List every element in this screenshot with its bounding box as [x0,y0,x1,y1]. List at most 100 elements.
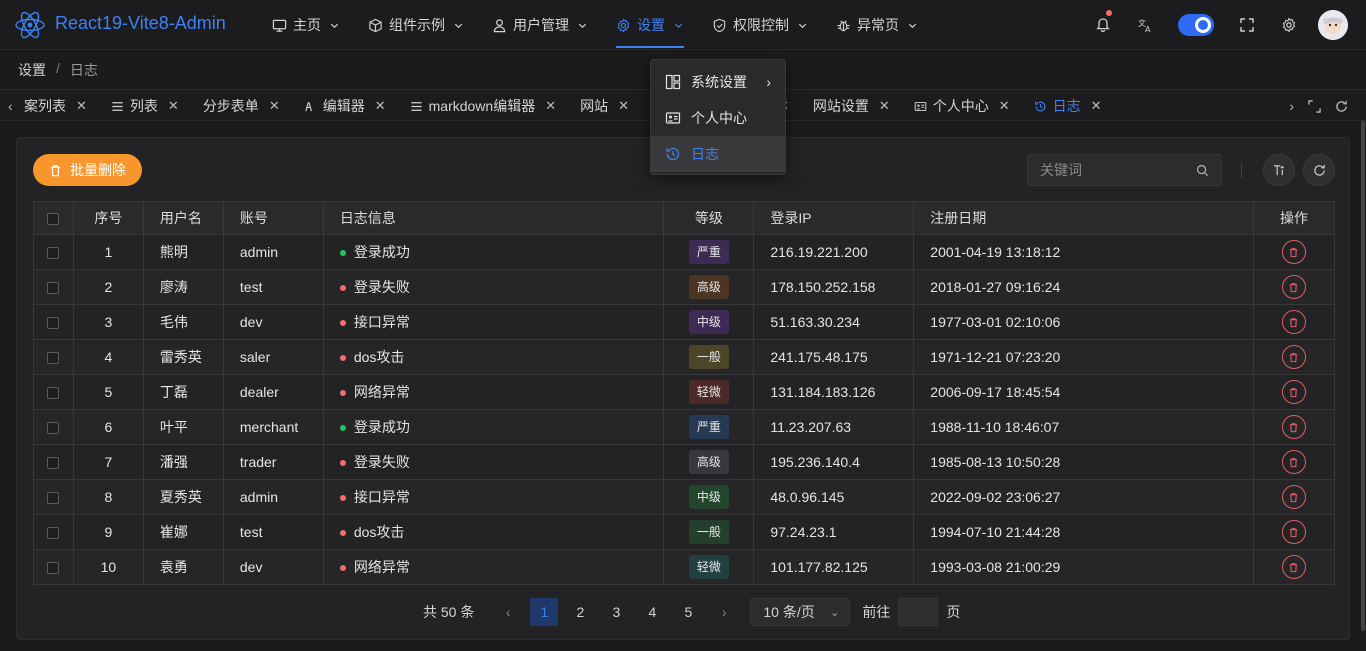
table-row[interactable]: 5 丁磊 dealer 网络异常 轻微 131.184.183.126 2006-09-17… [33,374,1336,410]
tab-9[interactable]: 网站设置 ✕ [803,90,904,120]
column-header[interactable]: 账号 [222,201,324,235]
dark-mode-toggle[interactable] [1178,14,1214,36]
tab-5[interactable]: markdown编辑器 ✕ [400,90,571,120]
column-header[interactable]: 注册日期 [913,201,1254,235]
delete-row-button[interactable] [1281,450,1306,474]
row-checkbox[interactable] [47,422,60,435]
column-density-button[interactable] [1263,154,1295,186]
dropdown-item-2[interactable]: 个人中心 [651,100,785,136]
translate-icon[interactable]: 文A [1124,0,1166,50]
table-row[interactable]: 6 叶平 merchant 登录成功 严重 11.23.207.63 1988-11-10 … [33,409,1336,445]
goto-page-input[interactable] [898,598,939,626]
delete-row-button[interactable] [1281,240,1306,264]
prev-page-icon[interactable]: ‹ [494,598,522,626]
batch-delete-button[interactable]: 批量删除 [33,154,142,186]
dropdown-item-1[interactable]: 系统设置 › [651,64,785,100]
fullscreen-icon[interactable] [1226,0,1268,50]
page-scrollbar[interactable] [1360,121,1366,651]
search-input[interactable] [1028,155,1178,185]
table-row[interactable]: 4 雷秀英 saler dos攻击 一般 241.175.48.175 1971-12-21… [33,339,1336,375]
delete-row-button[interactable] [1281,275,1306,299]
delete-row-button[interactable] [1281,345,1306,369]
settings-gear-icon[interactable] [1268,0,1310,50]
row-checkbox[interactable] [47,282,60,295]
nav-item-2[interactable]: 组件示例 [354,0,478,50]
cell-date: 1988-11-10 18:46:07 [913,409,1254,445]
table-row[interactable]: 10 袁勇 dev 网络异常 轻微 101.177.82.125 1993-03-08 21… [33,549,1336,585]
tabs-refresh-icon[interactable] [1335,100,1348,113]
close-icon[interactable]: ✕ [879,98,890,114]
page-number[interactable]: 4 [638,598,666,626]
user-avatar[interactable] [1318,10,1348,40]
tab-2[interactable]: 列表 ✕ [101,90,193,120]
pen-icon [304,100,317,113]
notification-bell-icon[interactable] [1082,0,1124,50]
tabs-scroll-right-icon[interactable]: › [1289,98,1294,114]
text-size-icon [1273,164,1284,175]
nav-item-6[interactable]: 异常页 [822,0,932,50]
table-row[interactable]: 9 崔娜 test dos攻击 一般 97.24.23.1 1994-07-10 21:44… [33,514,1336,550]
page-number[interactable]: 3 [602,598,630,626]
close-icon[interactable]: ✕ [168,98,179,114]
delete-row-button[interactable] [1281,520,1306,544]
delete-row-button[interactable] [1281,310,1306,334]
delete-row-button[interactable] [1281,380,1306,404]
table-row[interactable]: 8 夏秀英 admin 接口异常 中级 48.0.96.145 2022-09-02 23:… [33,479,1336,515]
row-checkbox[interactable] [47,562,60,575]
page-number[interactable]: 2 [566,598,594,626]
log-message-text: 接口异常 [353,314,410,330]
page-number[interactable]: 1 [530,598,559,626]
select-all-checkbox[interactable] [47,213,60,226]
column-header[interactable]: 序号 [72,201,144,235]
row-checkbox[interactable] [47,457,60,470]
refresh-button[interactable] [1303,154,1335,186]
page-size-select[interactable]: 10 条/页 ⌄ [750,598,851,626]
tabs-maximize-icon[interactable] [1308,99,1321,113]
table-row[interactable]: 7 潘强 trader 登录失败 高级 195.236.140.4 1985-08-13 1… [33,444,1336,480]
nav-item-5[interactable]: 权限控制 [698,0,822,50]
close-icon[interactable]: ✕ [618,98,629,114]
delete-row-button[interactable] [1281,415,1306,439]
column-header[interactable]: 日志信息 [322,201,665,235]
tabs-scroll-left-icon[interactable]: ‹ [8,98,13,114]
next-page-icon[interactable]: › [710,598,738,626]
tab-1[interactable]: 案列表 ✕ [14,90,101,120]
tab-6[interactable]: 网站 ✕ [570,90,643,120]
nav-item-1[interactable]: 主页 [258,0,354,50]
delete-row-button[interactable] [1281,555,1306,579]
row-checkbox[interactable] [47,492,60,505]
react-logo-icon[interactable] [14,10,46,40]
tab-10[interactable]: 个人中心 ✕ [904,90,1024,120]
row-checkbox[interactable] [47,352,60,365]
row-checkbox[interactable] [47,387,60,400]
dropdown-item-3[interactable]: 日志 [651,136,785,172]
close-icon[interactable]: ✕ [375,98,386,114]
cell-date: 1971-12-21 07:23:20 [913,339,1254,375]
shield-icon [712,18,727,33]
row-checkbox[interactable] [47,527,60,540]
close-icon[interactable]: ✕ [1091,98,1102,114]
app-title[interactable]: React19-Vite8-Admin [55,13,226,34]
page-number[interactable]: 5 [674,598,702,626]
close-icon[interactable]: ✕ [545,98,556,114]
tab-4[interactable]: 编辑器 ✕ [294,90,400,120]
table-row[interactable]: 2 廖涛 test 登录失败 高级 178.150.252.158 2018-01-27 0… [33,269,1336,305]
tab-11[interactable]: 日志 ✕ [1024,90,1116,120]
close-icon[interactable]: ✕ [76,98,87,114]
table-row[interactable]: 1 熊明 admin 登录成功 严重 216.19.221.200 2001-04-19 1… [33,234,1336,270]
nav-item-4[interactable]: 设置 [602,0,698,50]
search-icon[interactable] [1196,164,1209,177]
row-checkbox[interactable] [47,317,60,330]
close-icon[interactable]: ✕ [269,98,280,114]
nav-item-3[interactable]: 用户管理 [478,0,602,50]
close-icon[interactable]: ✕ [999,98,1010,114]
delete-row-button[interactable] [1281,485,1306,509]
column-header[interactable]: 登录IP [753,201,915,235]
column-header[interactable]: 用户名 [142,201,224,235]
table-row[interactable]: 3 毛伟 dev 接口异常 中级 51.163.30.234 1977-03-01 02:1… [33,304,1336,340]
scrollbar-thumb[interactable] [1361,121,1365,631]
tab-3[interactable]: 分步表单 ✕ [193,90,294,120]
breadcrumb-parent[interactable]: 设置 [18,60,46,80]
row-checkbox[interactable] [47,247,60,260]
column-header[interactable]: 等级 [663,201,755,235]
